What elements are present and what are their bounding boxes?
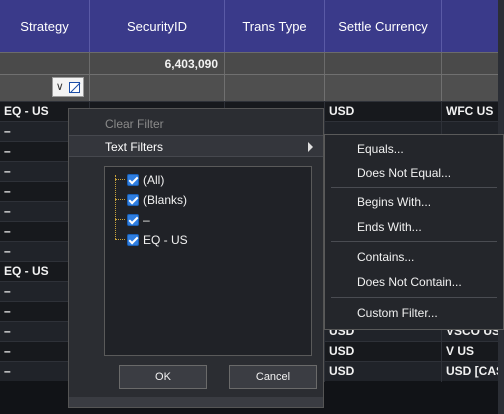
tree-item-blanks[interactable]: (Blanks) bbox=[127, 191, 187, 209]
column-header-settle-currency[interactable]: Settle Currency bbox=[325, 0, 442, 52]
menu-item-equals[interactable]: Equals... bbox=[325, 137, 503, 161]
tree-connector bbox=[115, 179, 125, 180]
table-cell-settle[interactable]: USD bbox=[325, 342, 442, 362]
menu-separator bbox=[331, 241, 497, 242]
table-cell-last[interactable]: V US bbox=[442, 342, 504, 362]
strategy-filter-control[interactable]: ∨ bbox=[52, 77, 84, 97]
filter-value-tree: (All) (Blanks) – EQ - US bbox=[104, 166, 312, 356]
summary-cell-trans-type bbox=[225, 52, 325, 74]
tree-item-all[interactable]: (All) bbox=[127, 171, 164, 189]
menu-item-ends-with[interactable]: Ends With... bbox=[325, 215, 503, 239]
tree-connector bbox=[115, 239, 125, 240]
summary-cell-extra bbox=[442, 52, 504, 74]
menu-item-does-not-equal[interactable]: Does Not Equal... bbox=[325, 161, 503, 185]
checkbox-icon[interactable] bbox=[127, 174, 139, 186]
text-filters-submenu: Equals... Does Not Equal... Begins With.… bbox=[324, 134, 504, 330]
tree-connector bbox=[115, 219, 125, 220]
filter-row-cell-securityid[interactable] bbox=[90, 74, 225, 101]
tree-item-eq-us[interactable]: EQ - US bbox=[127, 231, 188, 249]
tree-item-dash[interactable]: – bbox=[127, 211, 150, 229]
checkbox-icon[interactable] bbox=[127, 194, 139, 206]
checkbox-icon[interactable] bbox=[127, 234, 139, 246]
chevron-right-icon bbox=[308, 142, 313, 152]
filter-row-cell-settle[interactable] bbox=[325, 74, 442, 101]
menu-item-begins-with[interactable]: Begins With... bbox=[325, 190, 503, 214]
tree-connector bbox=[115, 199, 125, 200]
column-header-strategy[interactable]: Strategy bbox=[0, 0, 90, 52]
menu-item-does-not-contain[interactable]: Does Not Contain... bbox=[325, 270, 503, 294]
filter-row-cell-extra[interactable] bbox=[442, 74, 504, 101]
menu-item-contains[interactable]: Contains... bbox=[325, 245, 503, 269]
table-cell-settle[interactable]: USD bbox=[325, 102, 442, 122]
column-header-extra[interactable] bbox=[442, 0, 504, 52]
column-header-trans-type[interactable]: Trans Type bbox=[225, 0, 325, 52]
clear-filter-icon[interactable] bbox=[69, 81, 81, 93]
ok-button[interactable]: OK bbox=[119, 365, 207, 389]
column-header-securityid[interactable]: SecurityID bbox=[90, 0, 225, 52]
popup-horizontal-scrollbar[interactable] bbox=[69, 397, 323, 407]
clear-filter-item[interactable]: Clear Filter bbox=[105, 117, 164, 131]
table-cell-last[interactable]: WFC US bbox=[442, 102, 504, 122]
menu-item-custom-filter[interactable]: Custom Filter... bbox=[325, 301, 503, 325]
chevron-down-icon[interactable]: ∨ bbox=[56, 81, 64, 93]
menu-separator bbox=[331, 297, 497, 298]
tree-connector bbox=[115, 175, 116, 239]
summary-cell-strategy bbox=[0, 52, 90, 74]
text-filters-label: Text Filters bbox=[105, 140, 164, 154]
filter-row-cell-trans-type[interactable] bbox=[225, 74, 325, 101]
table-cell-last[interactable]: USD [CAS bbox=[442, 362, 504, 382]
filter-popup: Clear Filter Text Filters (All) (Blanks)… bbox=[68, 108, 324, 408]
checkbox-icon[interactable] bbox=[127, 214, 139, 226]
menu-separator bbox=[331, 187, 497, 188]
table-cell-settle[interactable]: USD bbox=[325, 362, 442, 382]
summary-cell-settle bbox=[325, 52, 442, 74]
cancel-button[interactable]: Cancel bbox=[229, 365, 317, 389]
text-filters-menu-item[interactable]: Text Filters bbox=[69, 135, 323, 157]
summary-cell-securityid: 6,403,090 bbox=[90, 52, 225, 74]
